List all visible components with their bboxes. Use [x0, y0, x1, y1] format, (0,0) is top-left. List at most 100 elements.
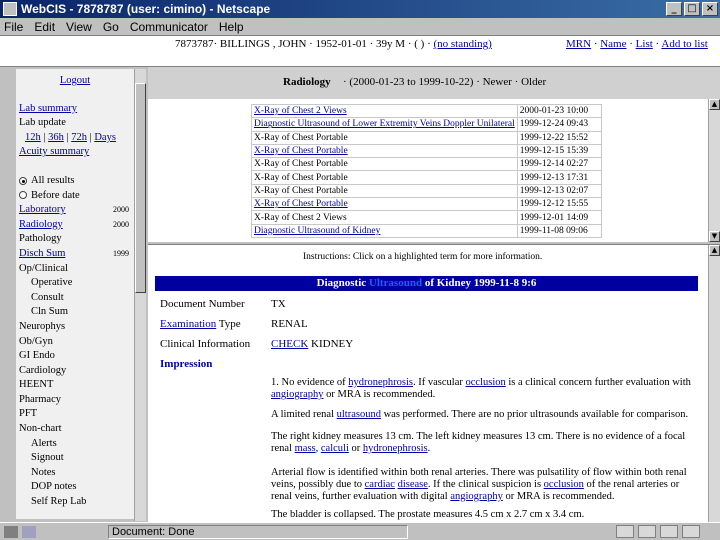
term-link[interactable]: hydronephrosis	[363, 443, 428, 454]
term-link[interactable]: calculi	[321, 443, 349, 454]
exam-name[interactable]: X-Ray of Chest Portable	[254, 199, 348, 209]
maximize-button[interactable]: □	[684, 2, 700, 16]
scroll-up-arrow-icon[interactable]: ▲	[709, 99, 720, 110]
exam-row[interactable]: Diagnostic Ultrasound of Kidney 1999-11-0…	[251, 223, 603, 238]
sidebar-item-label[interactable]: Radiology	[19, 219, 63, 230]
connection-icon	[22, 526, 36, 538]
exam-name[interactable]: X-Ray of Chest Portable	[254, 173, 348, 183]
exam-row[interactable]: X-Ray of Chest Portable 1999-12-12 15:55	[251, 197, 603, 212]
sidebar-item[interactable]: Laboratory 2000	[19, 203, 131, 218]
exam-row[interactable]: X-Ray of Chest Portable 1999-12-13 02:07	[251, 183, 603, 199]
radiology-nav[interactable]: · (2000-01-23 to 1999-10-22) · Newer · O…	[343, 76, 546, 88]
sidebar-item-label: GI Endo	[19, 350, 55, 362]
impression-paragraph-5: The bladder is collapsed. The prostate m…	[271, 509, 585, 520]
exam-row[interactable]: X-Ray of Chest Portable 1999-12-22 15:52	[251, 130, 603, 145]
sidebar-item-label[interactable]: Disch Sum	[19, 248, 65, 259]
exam-row[interactable]: X-Ray of Chest Portable 1999-12-15 15:39	[251, 143, 603, 159]
menu-help[interactable]: Help	[219, 20, 244, 34]
term-link[interactable]: angiography	[450, 491, 503, 502]
exam-name[interactable]: X-Ray of Chest 2 Views	[254, 213, 347, 223]
lab-update-12h-link[interactable]: 12h	[25, 132, 41, 143]
all-results-radio[interactable]	[19, 176, 27, 185]
term-link[interactable]: ultrasound	[337, 409, 381, 420]
exam-row[interactable]: Diagnostic Ultrasound of Lower Extremity…	[251, 117, 603, 132]
sidebar-item[interactable]: Radiology 2000	[19, 218, 131, 233]
exam-name-cell: X-Ray of Chest 2 Views	[251, 103, 518, 119]
instructions-text: Instructions: Click on a highlighted ter…	[303, 252, 543, 262]
sidebar-item-count: 2000	[113, 219, 129, 229]
radiology-header: Radiology · (2000-01-23 to 1999-10-22) ·…	[148, 67, 720, 99]
doc-number-value: TX	[271, 298, 286, 310]
navigator-icon[interactable]	[616, 525, 634, 538]
separator: ·	[629, 38, 633, 50]
sidebar-item-label: Neurophys	[19, 320, 66, 332]
composer-icon[interactable]	[682, 525, 700, 538]
name-link[interactable]: Name	[600, 38, 626, 50]
sidebar-scroll-thumb[interactable]	[135, 83, 146, 293]
exam-row[interactable]: X-Ray of Chest Portable 1999-12-14 02:27	[251, 157, 603, 172]
lab-update-72h-link[interactable]: 72h	[71, 132, 87, 143]
no-standing-link[interactable]: (no standing)	[433, 38, 491, 50]
sidebar-item-label: Cln Sum	[31, 306, 69, 318]
exam-name[interactable]: X-Ray of Chest Portable	[254, 186, 348, 196]
exam-date: 1999-12-24 09:43	[516, 117, 603, 132]
exam-name[interactable]: X-Ray of Chest Portable	[254, 133, 348, 143]
exam-row[interactable]: X-Ray of Chest 2 Views 2000-01-23 10:00	[251, 103, 603, 119]
menu-go[interactable]: Go	[103, 20, 119, 34]
doc-number-label: Document Number	[160, 298, 245, 310]
exam-name[interactable]: Diagnostic Ultrasound of Lower Extremity…	[254, 119, 515, 129]
mrn-link[interactable]: MRN	[566, 38, 591, 50]
sidebar-item: Ob/Gyn	[19, 335, 131, 350]
term-link[interactable]: cardiac	[365, 479, 395, 490]
report-title-highlight-term[interactable]: Ultrasound	[368, 277, 423, 289]
lab-summary-link[interactable]: Lab summary	[19, 103, 77, 114]
exam-row[interactable]: X-Ray of Chest Portable 1999-12-13 17:31	[251, 170, 603, 185]
sidebar-item-label: Operative	[31, 277, 73, 289]
menu-communicator[interactable]: Communicator	[130, 20, 208, 34]
menu-view[interactable]: View	[66, 20, 92, 34]
sidebar-item: Cardiology	[19, 364, 131, 379]
check-link[interactable]: CHECK	[271, 338, 308, 350]
sidebar-scrollbar[interactable]	[134, 69, 146, 521]
sidebar-item-label: Notes	[31, 466, 56, 478]
lab-update-36h-link[interactable]: 36h	[48, 132, 64, 143]
clinical-value-text: KIDNEY	[311, 338, 354, 350]
term-link[interactable]: angiography	[271, 389, 324, 400]
term-link[interactable]: disease	[398, 479, 428, 490]
discussion-icon[interactable]	[660, 525, 678, 538]
menu-file[interactable]: File	[4, 20, 23, 34]
add-to-list-link[interactable]: Add to list	[661, 38, 707, 50]
acuity-summary-link[interactable]: Acuity summary	[19, 146, 89, 157]
sidebar-item[interactable]: Disch Sum 1999	[19, 247, 131, 262]
exam-name[interactable]: X-Ray of Chest Portable	[254, 159, 348, 169]
list-link[interactable]: List	[636, 38, 653, 50]
security-lock-icon[interactable]	[4, 526, 18, 538]
examination-link[interactable]: Examination	[160, 318, 216, 330]
exam-name[interactable]: Diagnostic Ultrasound of Kidney	[254, 226, 380, 236]
lab-update-days-link[interactable]: Days	[94, 132, 116, 143]
term-link[interactable]: mass	[295, 443, 316, 454]
logout-link[interactable]: Logout	[60, 75, 90, 86]
report-scrollbar[interactable]: ▲	[708, 245, 720, 522]
close-button[interactable]: ×	[702, 2, 718, 16]
report-title-prefix: Diagnostic	[316, 277, 367, 289]
exam-date: 1999-12-12 15:55	[516, 197, 603, 212]
sidebar-item-label: Non-chart	[19, 423, 62, 435]
term-link[interactable]: hydronephrosis	[348, 377, 413, 388]
scroll-down-arrow-icon[interactable]: ▼	[709, 231, 720, 242]
term-link[interactable]: occlusion	[466, 377, 506, 388]
menu-edit[interactable]: Edit	[34, 20, 55, 34]
sidebar-item-count: 2000	[113, 205, 129, 215]
mail-icon[interactable]	[638, 525, 656, 538]
before-date-radio[interactable]	[19, 191, 27, 200]
sidebar-item-label: Consult	[31, 291, 64, 303]
minimize-button[interactable]: _	[666, 2, 682, 16]
exam-name[interactable]: X-Ray of Chest 2 Views	[254, 106, 347, 116]
scroll-up-arrow-icon[interactable]: ▲	[709, 245, 720, 256]
sidebar-item-label: Cardiology	[19, 364, 67, 376]
exam-row[interactable]: X-Ray of Chest 2 Views 1999-12-01 14:09	[251, 210, 603, 225]
exam-name[interactable]: X-Ray of Chest Portable	[254, 146, 348, 156]
exam-list-scrollbar[interactable]: ▲ ▼	[708, 99, 720, 242]
sidebar-item-label[interactable]: Laboratory	[19, 204, 66, 215]
term-link[interactable]: occlusion	[544, 479, 584, 490]
